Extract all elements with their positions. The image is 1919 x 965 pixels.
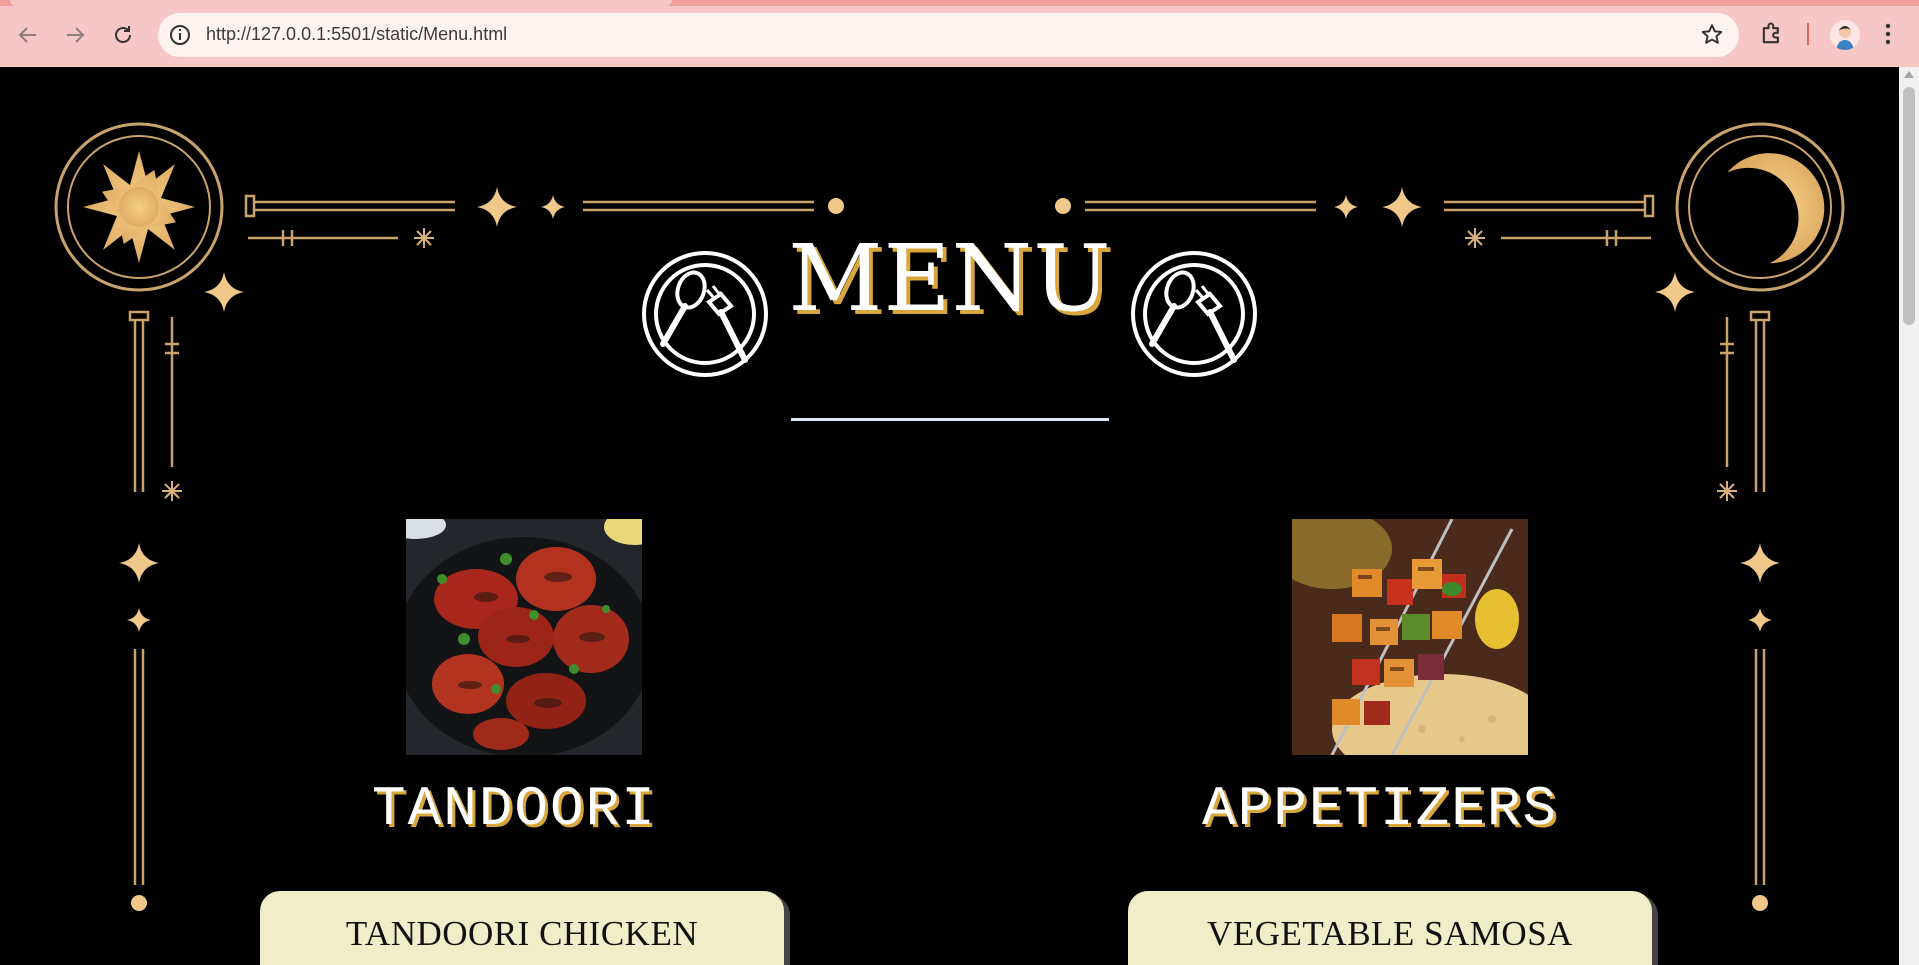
category-title-appetizers: APPETIZERS (1202, 777, 1559, 841)
left-rails (128, 310, 179, 885)
reload-button[interactable] (104, 16, 142, 54)
vertical-scrollbar[interactable] (1899, 67, 1919, 965)
title-underline (791, 418, 1109, 421)
address-bar[interactable]: http://127.0.0.1:5501/static/Menu.html (158, 13, 1739, 57)
more-menu-icon[interactable] (1876, 20, 1900, 48)
tab-strip (0, 0, 1919, 6)
scroll-up-arrow-icon[interactable] (1904, 71, 1914, 78)
forward-button[interactable] (56, 16, 94, 54)
site-info-icon[interactable] (168, 23, 192, 47)
toolbar-separator (1807, 23, 1809, 45)
browser-toolbar: http://127.0.0.1:5501/static/Menu.html (0, 0, 1919, 67)
bookmark-star-icon[interactable] (1699, 22, 1725, 48)
scrollbar-thumb[interactable] (1903, 87, 1915, 325)
tandoori-chicken-photo (406, 519, 642, 755)
profile-avatar-icon[interactable] (1830, 20, 1860, 50)
page-title: MENU (788, 225, 1112, 332)
dish-name: TANDOORI CHICKEN (345, 914, 699, 953)
sun-medallion-icon (54, 122, 224, 292)
back-arrow-icon (18, 27, 36, 43)
back-button[interactable] (9, 16, 47, 54)
dish-card-tandoori-chicken[interactable]: TANDOORI CHICKEN (260, 891, 784, 965)
paneer-tikka-photo (1292, 519, 1528, 755)
category-title-tandoori: TANDOORI (372, 777, 657, 841)
page-viewport: MENU TANDOORI TANDOORI CHICKEN APPETIZER… (0, 67, 1899, 965)
active-tab[interactable] (10, 0, 672, 6)
url-text[interactable]: http://127.0.0.1:5501/static/Menu.html (206, 24, 507, 45)
right-rails (1720, 310, 1771, 885)
dish-name: VEGETABLE SAMOSA (1207, 914, 1573, 953)
dish-card-vegetable-samosa[interactable]: VEGETABLE SAMOSA (1128, 891, 1652, 965)
moon-medallion-icon (1675, 122, 1845, 292)
extensions-puzzle-icon[interactable] (1758, 20, 1786, 48)
ornamental-border (54, 122, 1845, 911)
forward-arrow-icon (67, 27, 85, 43)
reload-icon (115, 26, 131, 43)
